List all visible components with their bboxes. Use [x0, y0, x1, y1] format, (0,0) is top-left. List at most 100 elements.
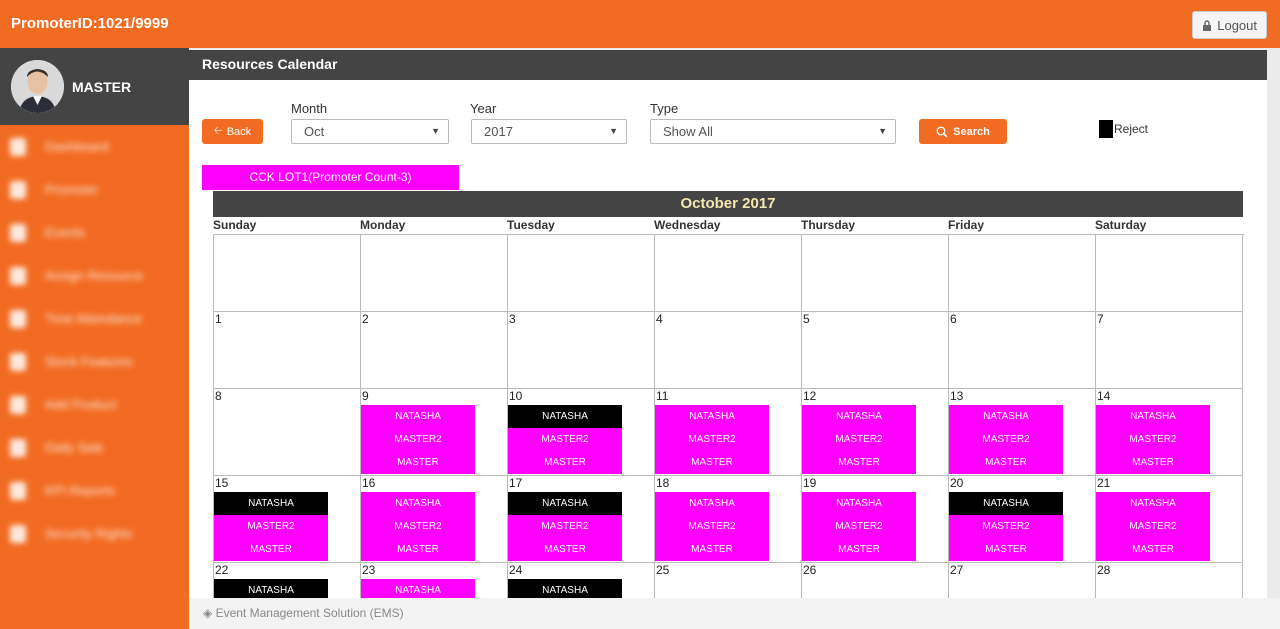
event-assigned[interactable]: NATASHA [655, 405, 769, 428]
sidebar-item[interactable]: KPI Reports [0, 469, 189, 512]
calendar-day-cell[interactable]: 27 [949, 563, 1096, 598]
calendar-day-cell[interactable] [1096, 235, 1243, 312]
calendar-day-cell[interactable]: 5 [802, 312, 949, 389]
calendar-day-cell[interactable]: 3 [508, 312, 655, 389]
event-assigned[interactable]: MASTER2 [655, 515, 769, 538]
calendar-day-cell[interactable]: 9 NATASHA MASTER2 MASTER [361, 389, 508, 476]
sidebar-item[interactable]: Stock Features [0, 340, 189, 383]
search-button[interactable]: Search [919, 119, 1007, 144]
month-select[interactable]: Oct ▼ [291, 119, 449, 144]
event-assigned[interactable]: MASTER2 [214, 515, 328, 538]
event-assigned[interactable]: MASTER2 [802, 515, 916, 538]
day-number: 3 [509, 312, 516, 326]
calendar-day-cell[interactable]: 21 NATASHA MASTER2 MASTER [1096, 476, 1243, 563]
calendar-day-cell[interactable]: 18 NATASHA MASTER2 MASTER [655, 476, 802, 563]
event-assigned[interactable]: NATASHA [949, 405, 1063, 428]
calendar-day-cell[interactable]: 24 NATASHA [508, 563, 655, 598]
calendar-day-cell[interactable]: 23 NATASHA [361, 563, 508, 598]
calendar-day-cell[interactable]: 1 [214, 312, 361, 389]
sidebar-item[interactable]: Promoter [0, 168, 189, 211]
calendar-day-cell[interactable]: 10 NATASHA MASTER2 MASTER [508, 389, 655, 476]
event-assigned[interactable]: NATASHA [361, 492, 475, 515]
event-assigned[interactable]: MASTER [655, 451, 769, 474]
event-assigned[interactable]: MASTER2 [508, 428, 622, 451]
back-label: Back [226, 125, 252, 138]
event-reject[interactable]: NATASHA [508, 492, 622, 515]
calendar-day-cell[interactable]: 2 [361, 312, 508, 389]
event-reject[interactable]: NATASHA [214, 579, 328, 598]
calendar-day-cell[interactable]: 28 [1096, 563, 1243, 598]
event-assigned[interactable]: MASTER [214, 538, 328, 561]
event-assigned[interactable]: MASTER [802, 538, 916, 561]
event-assigned[interactable]: NATASHA [655, 492, 769, 515]
group-tab[interactable]: CCK LOT1(Promoter Count-3) [202, 165, 459, 190]
event-assigned[interactable]: NATASHA [1096, 405, 1210, 428]
event-assigned[interactable]: NATASHA [1096, 492, 1210, 515]
event-reject[interactable]: NATASHA [949, 492, 1063, 515]
calendar-day-cell[interactable] [949, 235, 1096, 312]
calendar-day-cell[interactable]: 4 [655, 312, 802, 389]
calendar-day-cell[interactable]: 8 [214, 389, 361, 476]
sidebar-item[interactable]: Security Rights [0, 512, 189, 555]
back-button[interactable]: 🡠 Back [202, 119, 263, 144]
event-assigned[interactable]: MASTER2 [361, 428, 475, 451]
sidebar-item[interactable]: Time Attendance [0, 297, 189, 340]
event-assigned[interactable]: MASTER2 [802, 428, 916, 451]
calendar-week: 1 2 3 4 5 6 7 [214, 312, 1244, 389]
event-reject[interactable]: NATASHA [508, 405, 622, 428]
event-assigned[interactable]: MASTER2 [361, 515, 475, 538]
calendar-day-cell[interactable]: 6 [949, 312, 1096, 389]
sidebar-item[interactable]: Daily Sale [0, 426, 189, 469]
event-reject[interactable]: NATASHA [508, 579, 622, 598]
sidebar-item[interactable]: Events [0, 211, 189, 254]
year-select[interactable]: 2017 ▼ [471, 119, 627, 144]
event-assigned[interactable]: MASTER [655, 538, 769, 561]
event-assigned[interactable]: MASTER [508, 538, 622, 561]
calendar-day-cell[interactable]: 16 NATASHA MASTER2 MASTER [361, 476, 508, 563]
type-label: Type [650, 101, 679, 116]
event-assigned[interactable]: MASTER [949, 538, 1063, 561]
calendar-day-cell[interactable] [655, 235, 802, 312]
calendar-day-cell[interactable]: 7 [1096, 312, 1243, 389]
calendar-day-cell[interactable] [214, 235, 361, 312]
event-assigned[interactable]: NATASHA [361, 405, 475, 428]
sidebar-item-label: Add Product [45, 397, 117, 412]
calendar-day-cell[interactable]: 26 [802, 563, 949, 598]
event-assigned[interactable]: MASTER2 [1096, 515, 1210, 538]
event-assigned[interactable]: MASTER2 [1096, 428, 1210, 451]
event-assigned[interactable]: MASTER [361, 451, 475, 474]
calendar-day-cell[interactable] [508, 235, 655, 312]
calendar-day-cell[interactable]: 22 NATASHA [214, 563, 361, 598]
calendar-day-cell[interactable]: 19 NATASHA MASTER2 MASTER [802, 476, 949, 563]
calendar-day-cell[interactable] [361, 235, 508, 312]
event-assigned[interactable]: MASTER [949, 451, 1063, 474]
calendar-day-cell[interactable]: 13 NATASHA MASTER2 MASTER [949, 389, 1096, 476]
calendar-day-cell[interactable]: 14 NATASHA MASTER2 MASTER [1096, 389, 1243, 476]
event-assigned[interactable]: NATASHA [361, 579, 475, 598]
sidebar-item[interactable]: Assign Resource [0, 254, 189, 297]
calendar-day-cell[interactable]: 17 NATASHA MASTER2 MASTER [508, 476, 655, 563]
sidebar-item[interactable]: Dashboard [0, 125, 189, 168]
event-assigned[interactable]: MASTER [802, 451, 916, 474]
event-assigned[interactable]: NATASHA [802, 405, 916, 428]
event-assigned[interactable]: NATASHA [802, 492, 916, 515]
calendar-day-cell[interactable]: 11 NATASHA MASTER2 MASTER [655, 389, 802, 476]
calendar-day-cell[interactable] [802, 235, 949, 312]
calendar-day-cell[interactable]: 12 NATASHA MASTER2 MASTER [802, 389, 949, 476]
logout-button[interactable]: Logout [1192, 11, 1267, 39]
event-assigned[interactable]: MASTER2 [949, 428, 1063, 451]
calendar-day-cell[interactable]: 15 NATASHA MASTER2 MASTER [214, 476, 361, 563]
event-reject[interactable]: NATASHA [214, 492, 328, 515]
event-assigned[interactable]: MASTER2 [508, 515, 622, 538]
event-assigned[interactable]: MASTER2 [949, 515, 1063, 538]
event-assigned[interactable]: MASTER [1096, 451, 1210, 474]
sidebar-item[interactable]: Add Product [0, 383, 189, 426]
event-assigned[interactable]: MASTER [1096, 538, 1210, 561]
type-select[interactable]: Show All ▼ [650, 119, 896, 144]
event-assigned[interactable]: MASTER [508, 451, 622, 474]
calendar-day-cell[interactable]: 25 [655, 563, 802, 598]
calendar-day-cell[interactable]: 20 NATASHA MASTER2 MASTER [949, 476, 1096, 563]
event-assigned[interactable]: MASTER2 [655, 428, 769, 451]
day-header: Thursday [801, 218, 856, 232]
event-assigned[interactable]: MASTER [361, 538, 475, 561]
